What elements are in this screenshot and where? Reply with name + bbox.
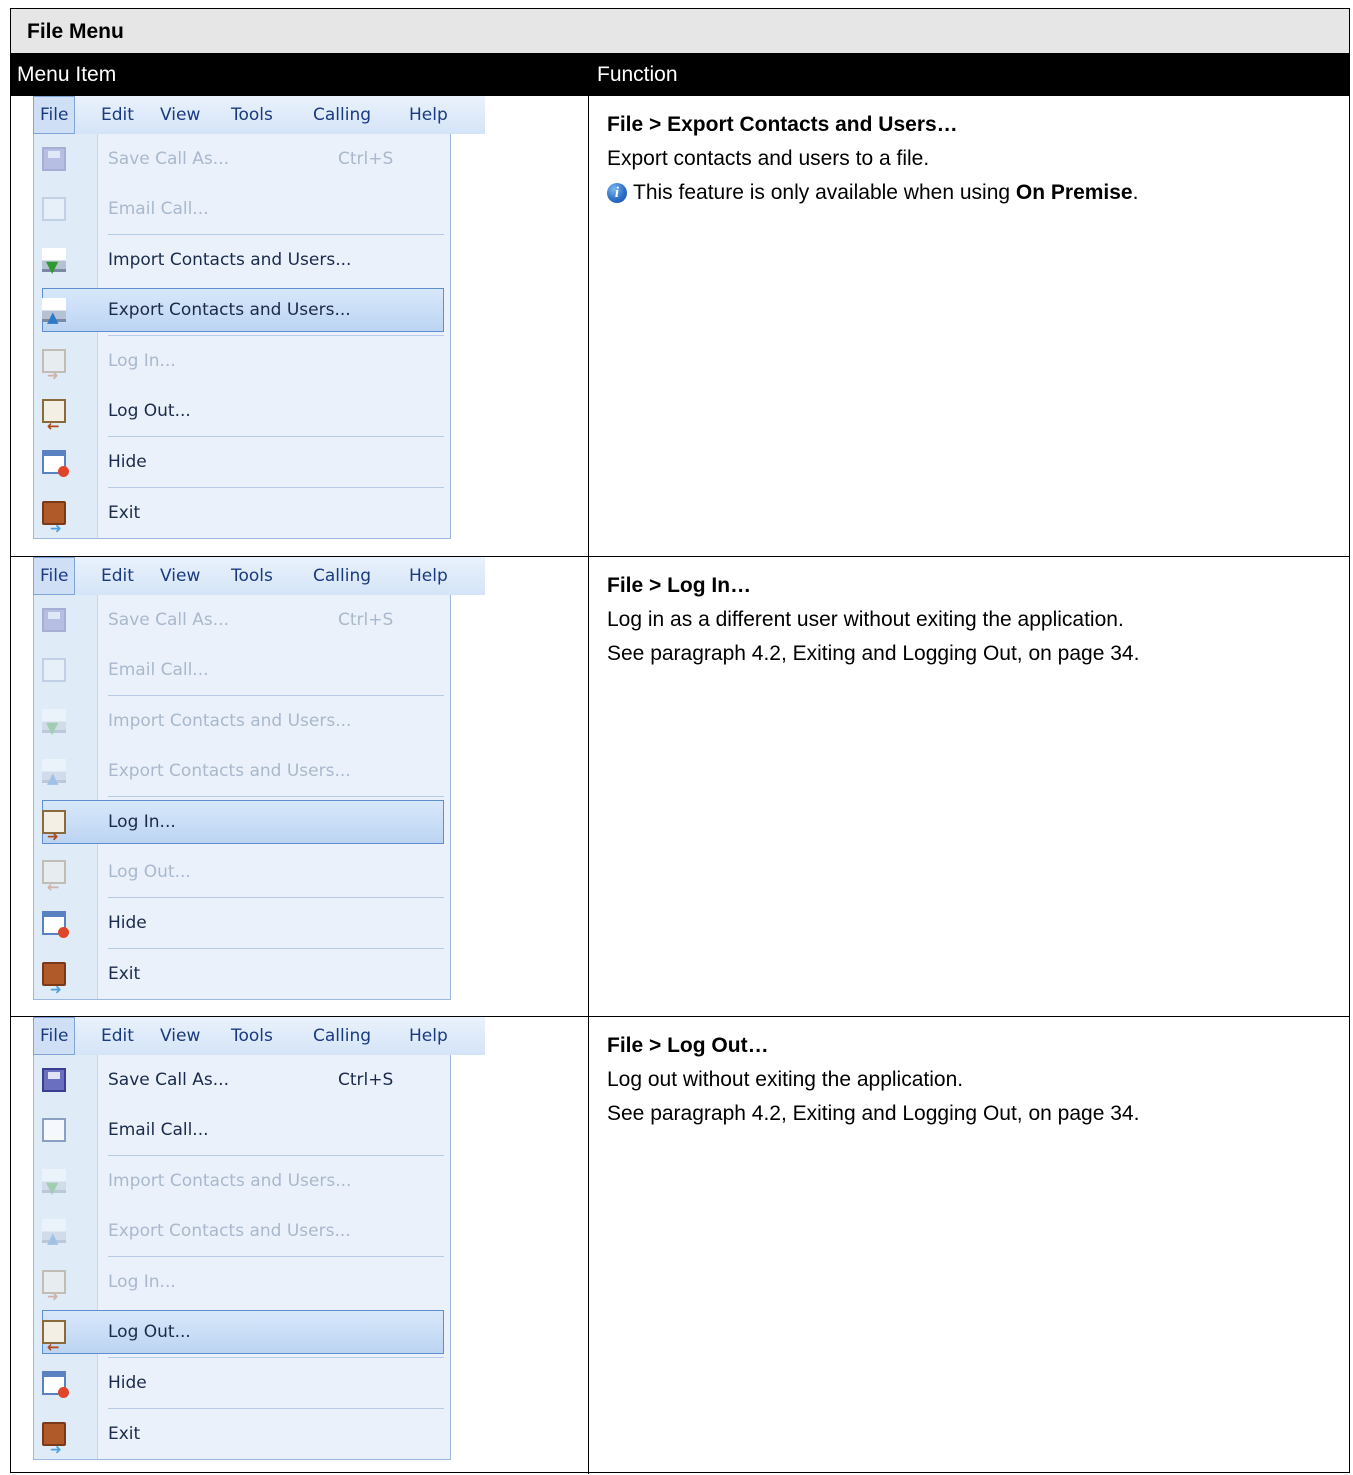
log-out-icon	[42, 1320, 66, 1372]
menu-item-exit[interactable]: Exit	[34, 949, 450, 1015]
import-icon	[42, 1163, 66, 1213]
import-icon	[42, 242, 66, 292]
table-header-row: Menu Item Function	[11, 54, 1349, 96]
menu-edit[interactable]: Edit	[101, 96, 134, 134]
function-cell-log-in: File > Log In… Log in as a different use…	[589, 557, 1349, 1016]
menu-file[interactable]: File	[33, 557, 76, 595]
menu-edit[interactable]: Edit	[101, 1017, 134, 1055]
file-dropdown: Save Call As... Ctrl+S Email Call... Imp…	[33, 1055, 451, 1474]
envelope-icon	[42, 1118, 66, 1142]
envelope-icon	[42, 197, 66, 221]
exit-door-icon	[42, 501, 66, 554]
menu-item-export[interactable]: Export Contacts and Users...	[34, 746, 450, 803]
menu-item-log-in[interactable]: Log In...	[34, 797, 450, 862]
function-description: Log out without exiting the application.	[607, 1068, 964, 1091]
function-title: File > Log In…	[607, 574, 752, 597]
menu-bar: File Edit View Tools Calling Help	[33, 96, 485, 134]
column-header-function: Function	[597, 63, 678, 86]
menu-item-save-call-as[interactable]: Save Call As... Ctrl+S	[34, 1055, 450, 1105]
menu-help[interactable]: Help	[409, 1017, 448, 1055]
log-in-icon	[42, 810, 66, 862]
file-menu-table: File Menu Menu Item Function File Edit V…	[10, 8, 1350, 1474]
menu-edit[interactable]: Edit	[101, 557, 134, 595]
menu-view[interactable]: View	[160, 1017, 200, 1055]
exit-door-icon	[42, 962, 66, 1015]
log-out-icon	[42, 860, 66, 912]
function-description: Log in as a different user without exiti…	[607, 608, 1124, 631]
table-row-log-in: File Edit View Tools Calling Help Save C…	[11, 557, 1349, 1017]
menu-item-email-call[interactable]: Email Call...	[34, 1105, 450, 1155]
menu-item-save-call-as[interactable]: Save Call As... Ctrl+S	[34, 595, 450, 645]
exit-door-icon	[42, 1422, 66, 1474]
menu-file[interactable]: File	[33, 1017, 76, 1055]
menu-item-import[interactable]: Import Contacts and Users...	[34, 235, 450, 292]
function-title: File > Log Out…	[607, 1034, 769, 1057]
function-description: Export contacts and users to a file.	[607, 147, 930, 170]
menu-item-import[interactable]: Import Contacts and Users...	[34, 696, 450, 753]
export-icon	[42, 292, 66, 342]
menu-item-exit[interactable]: Exit	[34, 488, 450, 554]
shortcut-label: Ctrl+S	[338, 149, 394, 169]
log-in-icon	[42, 1270, 66, 1322]
table-title: File Menu	[11, 9, 1349, 54]
menu-calling[interactable]: Calling	[313, 96, 371, 134]
menu-tools[interactable]: Tools	[231, 96, 273, 134]
menu-item-exit[interactable]: Exit	[34, 1409, 450, 1474]
info-icon: i	[607, 183, 627, 203]
info-note: i This feature is only available when us…	[607, 176, 1349, 210]
envelope-icon	[42, 658, 66, 682]
hide-window-icon	[42, 911, 69, 938]
function-reference: See paragraph 4.2, Exiting and Logging O…	[607, 1102, 1140, 1125]
file-dropdown: Save Call As... Ctrl+S Email Call... Imp…	[33, 595, 451, 1015]
menu-item-export[interactable]: Export Contacts and Users...	[34, 285, 450, 342]
import-icon	[42, 703, 66, 753]
hide-window-icon	[42, 450, 69, 477]
menu-help[interactable]: Help	[409, 557, 448, 595]
menu-screenshot-log-in: File Edit View Tools Calling Help Save C…	[11, 557, 589, 1016]
log-out-icon	[42, 399, 66, 451]
column-header-menu-item: Menu Item	[17, 63, 117, 86]
log-in-icon	[42, 349, 66, 401]
menu-item-log-in[interactable]: Log In...	[34, 1257, 450, 1322]
menu-screenshot-export: File Edit View Tools Calling Help Save C…	[11, 96, 589, 556]
function-reference: See paragraph 4.2, Exiting and Logging O…	[607, 642, 1140, 665]
menu-bar: File Edit View Tools Calling Help	[33, 1017, 485, 1055]
function-cell-log-out: File > Log Out… Log out without exiting …	[589, 1017, 1349, 1474]
hide-window-icon	[42, 1371, 69, 1398]
menu-item-hide[interactable]: Hide	[34, 1358, 450, 1408]
function-cell-export: File > Export Contacts and Users… Export…	[589, 96, 1349, 556]
menu-screenshot-log-out: File Edit View Tools Calling Help Save C…	[11, 1017, 589, 1474]
menu-item-import[interactable]: Import Contacts and Users...	[34, 1156, 450, 1213]
menu-file[interactable]: File	[33, 96, 76, 134]
menu-calling[interactable]: Calling	[313, 1017, 371, 1055]
function-title: File > Export Contacts and Users…	[607, 113, 958, 136]
menu-view[interactable]: View	[160, 96, 200, 134]
menu-help[interactable]: Help	[409, 96, 448, 134]
floppy-disk-icon	[42, 608, 66, 632]
export-icon	[42, 1213, 66, 1263]
menu-view[interactable]: View	[160, 557, 200, 595]
menu-item-email-call[interactable]: Email Call...	[34, 645, 450, 695]
menu-item-email-call[interactable]: Email Call...	[34, 184, 450, 234]
floppy-disk-icon	[42, 147, 66, 171]
table-row-log-out: File Edit View Tools Calling Help Save C…	[11, 1017, 1349, 1474]
menu-item-log-out[interactable]: Log Out...	[34, 1307, 450, 1372]
menu-tools[interactable]: Tools	[231, 1017, 273, 1055]
menu-tools[interactable]: Tools	[231, 557, 273, 595]
table-row-export: File Edit View Tools Calling Help Save C…	[11, 96, 1349, 557]
floppy-disk-icon	[42, 1068, 66, 1092]
menu-item-save-call-as[interactable]: Save Call As... Ctrl+S	[34, 134, 450, 184]
menu-bar: File Edit View Tools Calling Help	[33, 557, 485, 595]
menu-item-hide[interactable]: Hide	[34, 898, 450, 948]
menu-item-log-out[interactable]: Log Out...	[34, 847, 450, 912]
shortcut-label: Ctrl+S	[338, 1070, 394, 1090]
file-dropdown: Save Call As... Ctrl+S Email Call... Imp…	[33, 134, 451, 554]
menu-item-export[interactable]: Export Contacts and Users...	[34, 1206, 450, 1263]
shortcut-label: Ctrl+S	[338, 610, 394, 630]
menu-item-log-in[interactable]: Log In...	[34, 336, 450, 401]
export-icon	[42, 753, 66, 803]
menu-calling[interactable]: Calling	[313, 557, 371, 595]
menu-item-log-out[interactable]: Log Out...	[34, 386, 450, 451]
menu-item-hide[interactable]: Hide	[34, 437, 450, 487]
